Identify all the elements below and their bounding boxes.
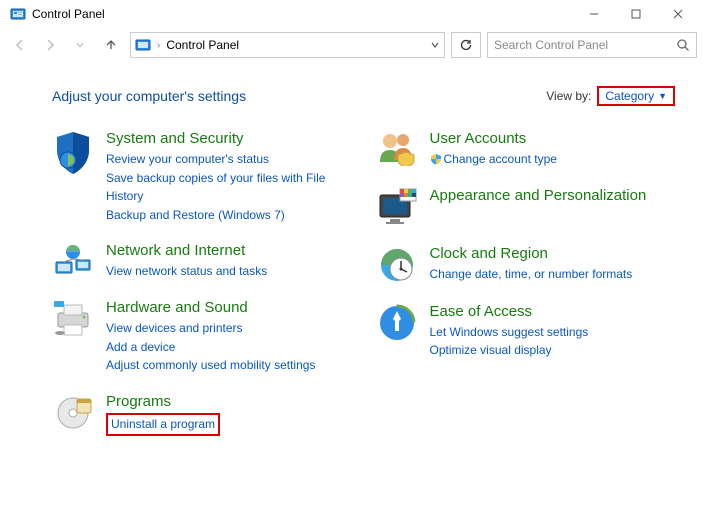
category-title[interactable]: Programs <box>106 393 352 411</box>
link-date-time-formats[interactable]: Change date, time, or number formats <box>430 265 676 284</box>
navigation-bar: › Control Panel Search Control Panel <box>0 28 703 62</box>
category-system-security: System and Security Review your computer… <box>52 130 352 224</box>
category-title[interactable]: User Accounts <box>430 130 676 148</box>
category-network-internet: Network and Internet View network status… <box>52 242 352 281</box>
link-mobility-settings[interactable]: Adjust commonly used mobility settings <box>106 356 352 375</box>
category-user-accounts: User Accounts Change account type <box>376 130 676 169</box>
link-optimize-display[interactable]: Optimize visual display <box>430 341 676 360</box>
category-appearance: Appearance and Personalization <box>376 187 676 227</box>
category-ease-of-access: Ease of Access Let Windows suggest setti… <box>376 303 676 360</box>
control-panel-icon <box>135 37 151 53</box>
chevron-down-icon: ▼ <box>658 91 667 101</box>
forward-button[interactable] <box>36 31 64 59</box>
view-by-value: Category <box>605 89 654 103</box>
users-icon <box>376 130 418 169</box>
maximize-button[interactable] <box>615 2 657 26</box>
link-change-account-type[interactable]: Change account type <box>430 150 676 169</box>
programs-icon <box>52 393 94 437</box>
appearance-icon <box>376 187 418 227</box>
address-text: Control Panel <box>166 38 239 52</box>
minimize-button[interactable] <box>573 2 615 26</box>
category-hardware-sound: Hardware and Sound View devices and prin… <box>52 299 352 375</box>
address-dropdown-icon[interactable] <box>430 40 440 50</box>
content-area: Adjust your computer's settings View by:… <box>0 62 703 446</box>
right-column: User Accounts Change account type Appear… <box>376 130 676 436</box>
clock-icon <box>376 245 418 285</box>
chevron-right-icon: › <box>157 40 160 51</box>
category-programs: Programs Uninstall a program <box>52 393 352 437</box>
view-by-label: View by: <box>546 89 591 103</box>
view-by-dropdown[interactable]: Category ▼ <box>597 86 675 106</box>
up-button[interactable] <box>96 31 124 59</box>
refresh-button[interactable] <box>451 32 481 58</box>
link-review-status[interactable]: Review your computer's status <box>106 150 352 169</box>
link-devices-printers[interactable]: View devices and printers <box>106 319 352 338</box>
category-title[interactable]: Ease of Access <box>430 303 676 321</box>
link-file-history[interactable]: Save backup copies of your files with Fi… <box>106 169 352 206</box>
uac-shield-icon <box>430 153 442 165</box>
address-bar[interactable]: › Control Panel <box>130 32 445 58</box>
category-clock-region: Clock and Region Change date, time, or n… <box>376 245 676 285</box>
category-title[interactable]: Appearance and Personalization <box>430 187 676 205</box>
search-input[interactable]: Search Control Panel <box>487 32 697 58</box>
category-title[interactable]: Network and Internet <box>106 242 352 260</box>
page-heading: Adjust your computer's settings <box>52 88 546 104</box>
left-column: System and Security Review your computer… <box>52 130 352 436</box>
back-button[interactable] <box>6 31 34 59</box>
link-uninstall-program[interactable]: Uninstall a program <box>111 417 215 431</box>
link-suggest-settings[interactable]: Let Windows suggest settings <box>430 323 676 342</box>
category-title[interactable]: Hardware and Sound <box>106 299 352 317</box>
printer-icon <box>52 299 94 375</box>
link-network-status[interactable]: View network status and tasks <box>106 262 352 281</box>
title-bar: Control Panel <box>0 0 703 28</box>
ease-of-access-icon <box>376 303 418 360</box>
link-add-device[interactable]: Add a device <box>106 338 352 357</box>
category-title[interactable]: System and Security <box>106 130 352 148</box>
shield-icon <box>52 130 94 224</box>
recent-locations-dropdown[interactable] <box>66 31 94 59</box>
category-title[interactable]: Clock and Region <box>430 245 676 263</box>
search-placeholder: Search Control Panel <box>494 38 676 52</box>
close-button[interactable] <box>657 2 699 26</box>
link-backup-restore[interactable]: Backup and Restore (Windows 7) <box>106 206 352 225</box>
network-icon <box>52 242 94 281</box>
window-title: Control Panel <box>32 7 105 21</box>
search-icon <box>676 38 690 52</box>
control-panel-icon <box>10 6 26 22</box>
